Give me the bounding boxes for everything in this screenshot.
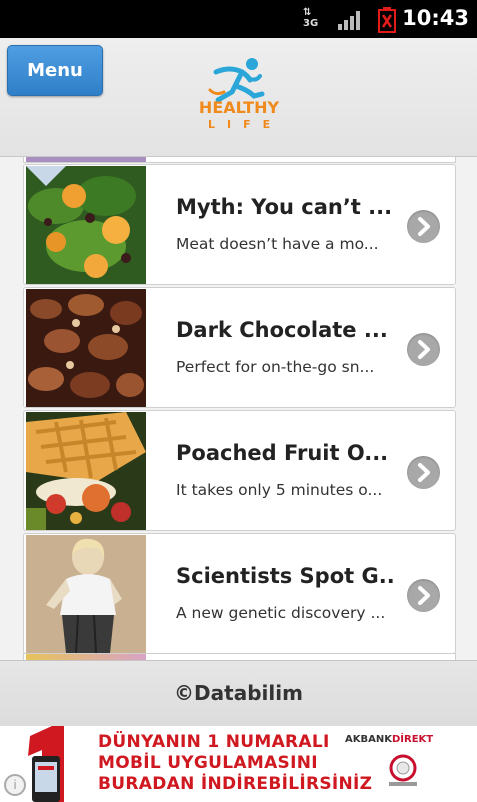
article-title: Scientists Spot G... xyxy=(176,564,396,588)
ad-brand-logo: AKBANKDİREKT xyxy=(345,734,433,745)
network-type: 3G xyxy=(303,18,319,29)
article-thumbnail xyxy=(26,157,146,162)
article-thumbnail xyxy=(26,412,146,530)
data-arrows-icon: ⇅ xyxy=(303,7,312,18)
article-summary: Perfect for on-the-go sn... xyxy=(176,358,375,376)
app-header: Menu HEALTHY LIFE xyxy=(0,38,477,157)
chevron-right-icon[interactable] xyxy=(407,579,440,612)
app-footer: ©Databilim xyxy=(0,660,477,726)
network-indicator: ⇅ 3G xyxy=(303,7,318,29)
list-item-partial[interactable] xyxy=(23,653,456,660)
ad-headline-line2: MOBİL UYGULAMASINI xyxy=(98,753,318,773)
article-title: Myth: You can’t ... xyxy=(176,195,393,219)
chevron-right-icon[interactable] xyxy=(407,210,440,243)
signal-strength-icon xyxy=(338,11,360,30)
chevron-right-icon[interactable] xyxy=(407,333,440,366)
list-item[interactable]: Scientists Spot G... A new genetic disco… xyxy=(23,533,456,654)
ad-headline-line1: DÜNYANIN 1 NUMARALI xyxy=(98,732,330,752)
ad-info-icon[interactable]: i xyxy=(4,774,26,796)
ad-headline-line3: BURADAN İNDİREBİLİRSİNİZ xyxy=(98,774,373,794)
copyright-text: ©Databilim xyxy=(174,681,303,705)
article-thumbnail xyxy=(26,289,146,407)
article-list: Myth: You can’t ... Meat doesn’t have a … xyxy=(23,157,456,660)
list-item-partial[interactable] xyxy=(23,157,456,163)
clock: 10:43 xyxy=(402,6,469,30)
article-summary: Meat doesn’t have a mo... xyxy=(176,235,379,253)
list-item[interactable]: Poached Fruit O... It takes only 5 minut… xyxy=(23,410,456,531)
menu-button[interactable]: Menu xyxy=(7,45,103,96)
brand-accent: DİREKT xyxy=(391,734,434,745)
logo-title: HEALTHY xyxy=(198,98,280,117)
article-title: Dark Chocolate ... xyxy=(176,318,388,342)
award-badge-icon xyxy=(389,754,417,786)
article-thumbnail xyxy=(26,535,146,653)
article-thumbnail xyxy=(26,166,146,284)
list-item[interactable]: Myth: You can’t ... Meat doesn’t have a … xyxy=(23,164,456,285)
article-summary: A new genetic discovery ... xyxy=(176,604,386,622)
article-title: Poached Fruit O... xyxy=(176,441,389,465)
battery-icon xyxy=(378,7,396,33)
chevron-right-icon[interactable] xyxy=(407,456,440,489)
article-summary: It takes only 5 minutes o... xyxy=(176,481,383,499)
logo-subtitle: LIFE xyxy=(208,118,283,131)
status-bar: ⇅ 3G 10:43 xyxy=(0,0,477,38)
brand-main: AKBANK xyxy=(345,734,392,745)
list-item[interactable]: Dark Chocolate ... Perfect for on-the-go… xyxy=(23,287,456,408)
ad-banner[interactable]: DÜNYANIN 1 NUMARALI MOBİL UYGULAMASINI B… xyxy=(0,726,477,802)
